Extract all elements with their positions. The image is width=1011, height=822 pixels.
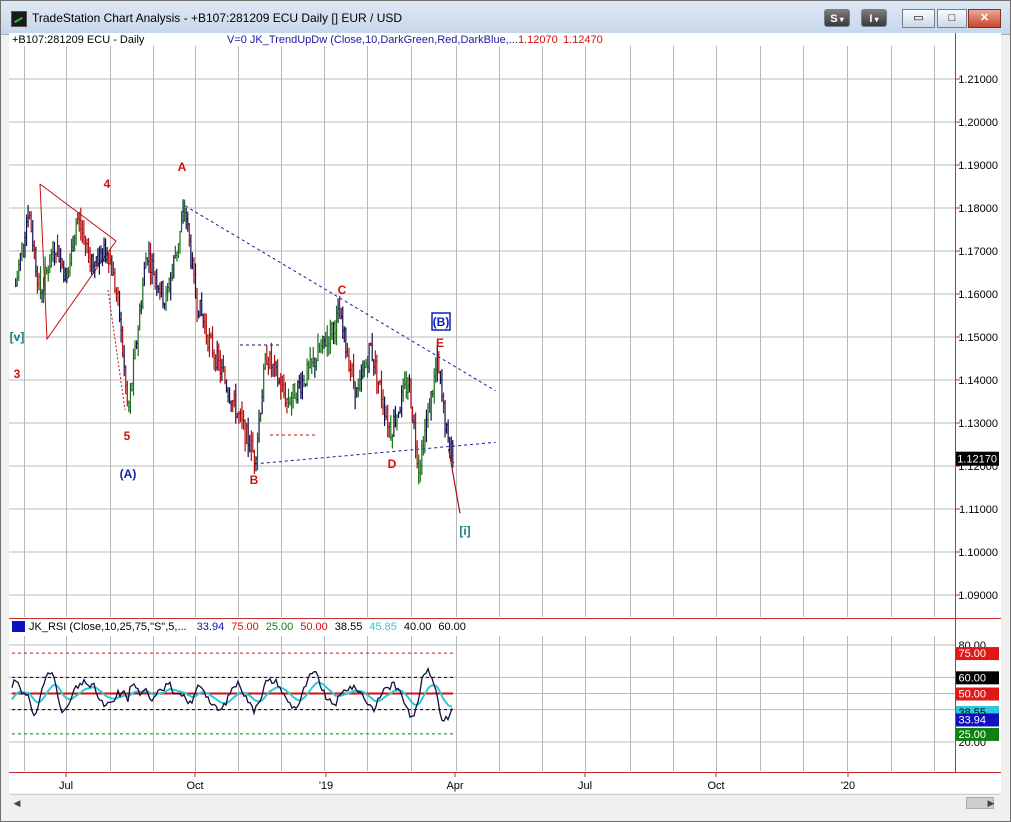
indicator-value-2: 1.12470 — [563, 34, 603, 46]
wave-label: A — [178, 160, 187, 174]
price-tick-label: 1.10000 — [958, 547, 998, 559]
wave-label: [i] — [459, 524, 470, 538]
rsi-header[interactable]: JK_RSI (Close,10,25,75,"S",5,... 33.94 75… — [12, 621, 466, 633]
chart-background — [9, 33, 1001, 793]
wave-label: 5 — [124, 429, 131, 443]
price-tick-label: 1.14000 — [958, 375, 998, 387]
last-price-label: 1.12170 — [957, 454, 997, 466]
rsi-values: 33.94 75.00 25.00 50.00 38.55 45.85 40.00 60.00 — [190, 621, 466, 633]
price-tick-label: 1.13000 — [958, 418, 998, 430]
wave-label: 4 — [104, 177, 111, 191]
time-tick-label: Oct — [707, 780, 724, 792]
rsi-value-badge-label: 60.00 — [958, 672, 986, 684]
rsi-axis-labels: 80.0020.0075.0060.0050.0038.5533.9425.00 — [956, 640, 999, 749]
price-tick-label: 1.15000 — [958, 332, 998, 344]
rsi-header-value: 75.00 — [231, 621, 259, 633]
rsi-header-value: 45.85 — [369, 621, 397, 633]
price-chart[interactable]: 4 A [v] 3 5 (A) B C D E (B) [i] 1.21000 1.20000 1.190… — [0, 0, 1011, 822]
indicator-value-1: 1.12070 — [518, 34, 558, 46]
time-tick-label: '20 — [841, 780, 855, 792]
rsi-name: JK_RSI (Close,10,25,75,"S",5,... — [29, 621, 187, 633]
time-tick-label: Jul — [59, 780, 73, 792]
scroll-left-icon[interactable]: ◀ — [10, 796, 24, 810]
indicator-label[interactable]: V=0 JK_TrendUpDw (Close,10,DarkGreen,Red… — [227, 34, 518, 46]
wave-label: D — [388, 457, 397, 471]
time-tick-label: '19 — [319, 780, 333, 792]
price-tick-label: 1.18000 — [958, 203, 998, 215]
price-tick-label: 1.17000 — [958, 246, 998, 258]
rsi-header-value: 33.94 — [196, 621, 225, 633]
time-tick-label: Jul — [578, 780, 592, 792]
rsi-header-value: 50.00 — [300, 621, 328, 633]
time-tick-label: Oct — [186, 780, 203, 792]
rsi-value-badge-label: 33.94 — [958, 714, 986, 726]
rsi-value-badge-label: 75.00 — [958, 648, 986, 660]
indicator-icon — [12, 621, 25, 632]
scroll-right-icon[interactable]: ▶ — [984, 796, 998, 810]
rsi-header-value: 60.00 — [438, 621, 466, 633]
wave-label: (B) — [433, 315, 450, 329]
price-tick-label: 1.21000 — [958, 74, 998, 86]
wave-label: 3 — [14, 367, 21, 381]
symbol-label: +B107:281209 ECU - Daily — [12, 34, 145, 46]
wave-label: C — [338, 283, 347, 297]
time-tick-label: Apr — [446, 780, 463, 792]
price-tick-label: 1.20000 — [958, 117, 998, 129]
horizontal-scrollbar[interactable]: ◀ ▶ — [10, 794, 1000, 811]
wave-label: (A) — [120, 467, 137, 481]
rsi-header-value: 40.00 — [403, 621, 432, 633]
wave-label: [v] — [10, 330, 25, 344]
rsi-header-value: 25.00 — [265, 621, 294, 633]
rsi-value-badge-label: 25.00 — [958, 729, 986, 741]
wave-label: B — [250, 473, 259, 487]
rsi-header-value: 38.55 — [334, 621, 363, 633]
price-tick-label: 1.19000 — [958, 160, 998, 172]
price-tick-label: 1.09000 — [958, 590, 998, 602]
price-tick-label: 1.11000 — [959, 504, 998, 516]
rsi-value-badge-label: 50.00 — [958, 689, 986, 701]
price-tick-label: 1.16000 — [958, 289, 998, 301]
wave-label: E — [436, 336, 444, 350]
